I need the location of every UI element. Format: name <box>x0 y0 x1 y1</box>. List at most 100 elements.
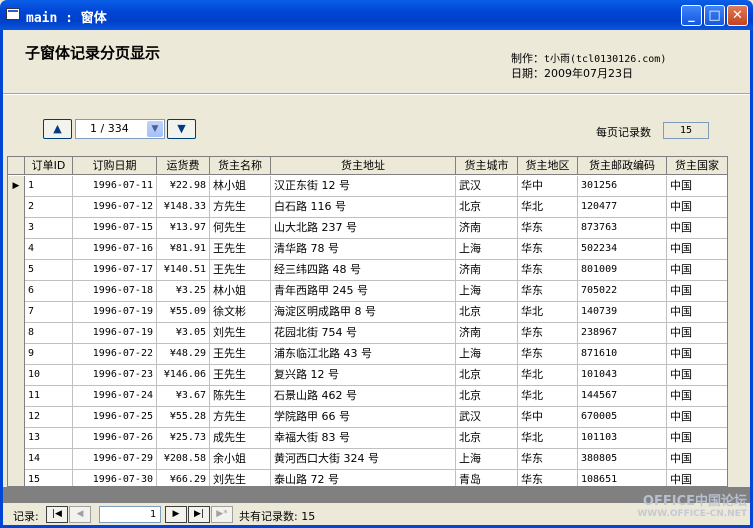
table-row[interactable]: 14 1996-07-29 ¥208.58 余小姐 黄河西口大街 324 号上海 华东 38… <box>8 449 727 470</box>
row-selector[interactable] <box>8 197 25 218</box>
table-row[interactable]: 3 1996-07-15 ¥13.97 何先生 山大北路 237 号济南 华东 873763… <box>8 218 727 239</box>
table-cell[interactable]: 中国 <box>667 344 727 365</box>
table-cell[interactable]: 复兴路 12 号 <box>271 365 456 386</box>
row-selector[interactable] <box>8 239 25 260</box>
table-cell[interactable]: 中国 <box>667 176 727 197</box>
table-cell[interactable]: 3 <box>25 218 73 239</box>
table-cell[interactable]: 花园北街 754 号 <box>271 323 456 344</box>
table-cell[interactable]: 1996-07-26 <box>73 428 157 449</box>
table-cell[interactable]: ¥66.29 <box>157 470 210 486</box>
close-button[interactable]: ✕ <box>727 5 748 26</box>
table-cell[interactable]: 学院路甲 66 号 <box>271 407 456 428</box>
table-cell[interactable]: 王先生 <box>210 344 271 365</box>
row-selector[interactable] <box>8 260 25 281</box>
table-cell[interactable]: 1996-07-24 <box>73 386 157 407</box>
table-cell[interactable]: 238967 <box>578 323 667 344</box>
column-header[interactable]: 货主地址 <box>271 157 456 175</box>
table-cell[interactable]: 10 <box>25 365 73 386</box>
per-page-input[interactable]: 15 <box>663 122 709 139</box>
table-cell[interactable]: 北京 <box>456 365 518 386</box>
table-cell[interactable]: 中国 <box>667 281 727 302</box>
table-cell[interactable]: 871610 <box>578 344 667 365</box>
column-header[interactable]: 订单ID <box>25 157 73 175</box>
table-cell[interactable]: 济南 <box>456 323 518 344</box>
table-cell[interactable]: 13 <box>25 428 73 449</box>
table-cell[interactable]: 华北 <box>518 428 578 449</box>
table-cell[interactable]: 济南 <box>456 260 518 281</box>
table-cell[interactable]: 108651 <box>578 470 667 486</box>
page-selector[interactable]: 1 / 334 ▼ <box>75 119 165 139</box>
table-cell[interactable]: 中国 <box>667 428 727 449</box>
new-record-button[interactable]: ▶* <box>211 506 233 523</box>
table-row[interactable]: 11 1996-07-24 ¥3.67 陈先生 石景山路 462 号北京 华北 144567… <box>8 386 727 407</box>
table-cell[interactable]: 1 <box>25 176 73 197</box>
table-cell[interactable]: ¥22.98 <box>157 176 210 197</box>
table-cell[interactable]: ¥55.28 <box>157 407 210 428</box>
table-cell[interactable]: 清华路 78 号 <box>271 239 456 260</box>
table-cell[interactable]: 华中 <box>518 176 578 197</box>
table-cell[interactable]: 石景山路 462 号 <box>271 386 456 407</box>
table-cell[interactable]: 中国 <box>667 302 727 323</box>
table-cell[interactable]: 北京 <box>456 302 518 323</box>
table-cell[interactable]: 白石路 116 号 <box>271 197 456 218</box>
table-cell[interactable]: 泰山路 72 号 <box>271 470 456 486</box>
table-cell[interactable]: ¥48.29 <box>157 344 210 365</box>
table-cell[interactable]: 王先生 <box>210 260 271 281</box>
table-cell[interactable]: 华北 <box>518 197 578 218</box>
column-header[interactable]: 货主名称 <box>210 157 271 175</box>
table-cell[interactable]: 705022 <box>578 281 667 302</box>
row-selector[interactable] <box>8 365 25 386</box>
table-cell[interactable]: 中国 <box>667 470 727 486</box>
table-cell[interactable]: 1996-07-19 <box>73 323 157 344</box>
table-cell[interactable]: 林小姐 <box>210 281 271 302</box>
table-cell[interactable]: 经三纬四路 48 号 <box>271 260 456 281</box>
table-cell[interactable]: 101103 <box>578 428 667 449</box>
row-selector[interactable] <box>8 428 25 449</box>
table-cell[interactable]: 华东 <box>518 323 578 344</box>
table-cell[interactable]: 华东 <box>518 281 578 302</box>
table-cell[interactable]: 中国 <box>667 386 727 407</box>
table-cell[interactable]: 成先生 <box>210 428 271 449</box>
table-cell[interactable]: 中国 <box>667 407 727 428</box>
table-row[interactable]: 7 1996-07-19 ¥55.09 徐文彬 海淀区明成路甲 8 号北京 华北 14073… <box>8 302 727 323</box>
table-cell[interactable]: 670005 <box>578 407 667 428</box>
table-cell[interactable]: 北京 <box>456 386 518 407</box>
table-cell[interactable]: 上海 <box>456 239 518 260</box>
previous-record-button[interactable]: ◀ <box>69 506 91 523</box>
table-cell[interactable]: 华东 <box>518 449 578 470</box>
table-cell[interactable]: 汉正东街 12 号 <box>271 176 456 197</box>
table-cell[interactable]: 华东 <box>518 344 578 365</box>
table-cell[interactable]: 浦东临江北路 43 号 <box>271 344 456 365</box>
table-row[interactable]: 13 1996-07-26 ¥25.73 成先生 幸福大街 83 号北京 华北 101103… <box>8 428 727 449</box>
next-record-button[interactable]: ▶ <box>165 506 187 523</box>
table-row[interactable]: 8 1996-07-19 ¥3.05 刘先生 花园北街 754 号济南 华东 238967 中… <box>8 323 727 344</box>
table-cell[interactable]: 801009 <box>578 260 667 281</box>
table-cell[interactable]: 何先生 <box>210 218 271 239</box>
table-row[interactable]: 6 1996-07-18 ¥3.25 林小姐 青年西路甲 245 号上海 华东 705022… <box>8 281 727 302</box>
row-selector[interactable] <box>8 281 25 302</box>
table-row[interactable]: 15 1996-07-30 ¥66.29 刘先生 泰山路 72 号青岛 华东 108651 中… <box>8 470 727 486</box>
table-cell[interactable]: 上海 <box>456 344 518 365</box>
table-cell[interactable]: 1996-07-17 <box>73 260 157 281</box>
row-selector[interactable] <box>8 218 25 239</box>
row-selector[interactable] <box>8 302 25 323</box>
table-cell[interactable]: 6 <box>25 281 73 302</box>
table-cell[interactable]: ¥148.33 <box>157 197 210 218</box>
table-cell[interactable]: 武汉 <box>456 407 518 428</box>
table-cell[interactable]: 上海 <box>456 281 518 302</box>
row-selector[interactable] <box>8 407 25 428</box>
table-cell[interactable]: 1996-07-18 <box>73 281 157 302</box>
table-cell[interactable]: 武汉 <box>456 176 518 197</box>
first-record-button[interactable]: |◀ <box>46 506 68 523</box>
column-header[interactable]: 货主国家 <box>667 157 727 175</box>
table-cell[interactable]: 华北 <box>518 302 578 323</box>
table-cell[interactable]: ¥208.58 <box>157 449 210 470</box>
maximize-button[interactable]: □ <box>704 5 725 26</box>
table-cell[interactable]: 黄河西口大街 324 号 <box>271 449 456 470</box>
table-cell[interactable]: 陈先生 <box>210 386 271 407</box>
table-cell[interactable]: 中国 <box>667 197 727 218</box>
table-cell[interactable]: 青年西路甲 245 号 <box>271 281 456 302</box>
table-cell[interactable]: ¥55.09 <box>157 302 210 323</box>
table-row[interactable]: 12 1996-07-25 ¥55.28 方先生 学院路甲 66 号武汉 华中 670005… <box>8 407 727 428</box>
table-row[interactable]: 10 1996-07-23 ¥146.06 王先生 复兴路 12 号北京 华北 101043… <box>8 365 727 386</box>
